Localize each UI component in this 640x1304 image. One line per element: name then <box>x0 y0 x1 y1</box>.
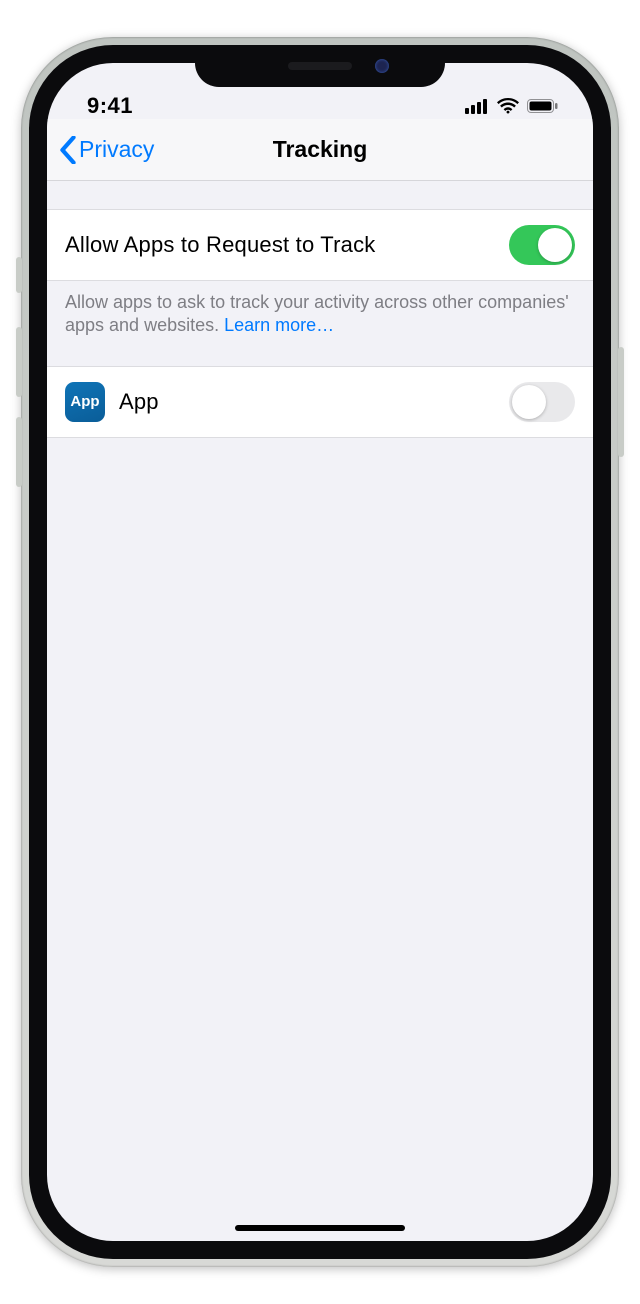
toggle-knob <box>538 228 572 262</box>
app-name-label: App <box>119 389 159 415</box>
front-camera <box>375 59 389 73</box>
mute-switch <box>16 257 22 293</box>
nav-bar: Privacy Tracking <box>47 119 593 181</box>
app-tracking-toggle[interactable] <box>509 382 575 422</box>
battery-icon <box>527 98 559 119</box>
app-icon: App <box>65 382 105 422</box>
back-label: Privacy <box>79 136 154 163</box>
allow-apps-to-track-row: Allow Apps to Request to Track <box>47 209 593 281</box>
volume-down-button <box>16 417 22 487</box>
volume-up-button <box>16 327 22 397</box>
wifi-icon <box>497 98 519 119</box>
allow-apps-toggle[interactable] <box>509 225 575 265</box>
section-footer: Allow apps to ask to track your activity… <box>47 281 593 338</box>
app-tracking-row: App App <box>47 366 593 438</box>
device-frame: 9:41 Privacy Tr <box>21 37 619 1267</box>
back-button[interactable]: Privacy <box>59 136 154 164</box>
earpiece <box>288 62 352 70</box>
allow-apps-label: Allow Apps to Request to Track <box>65 232 376 258</box>
home-indicator[interactable] <box>235 1225 405 1231</box>
screen: 9:41 Privacy Tr <box>47 63 593 1241</box>
toggle-knob <box>512 385 546 419</box>
cellular-icon <box>465 98 489 119</box>
status-time: 9:41 <box>87 93 133 119</box>
power-button <box>618 347 624 457</box>
learn-more-link[interactable]: Learn more… <box>224 315 334 335</box>
chevron-left-icon <box>59 136 77 164</box>
notch <box>195 45 445 87</box>
